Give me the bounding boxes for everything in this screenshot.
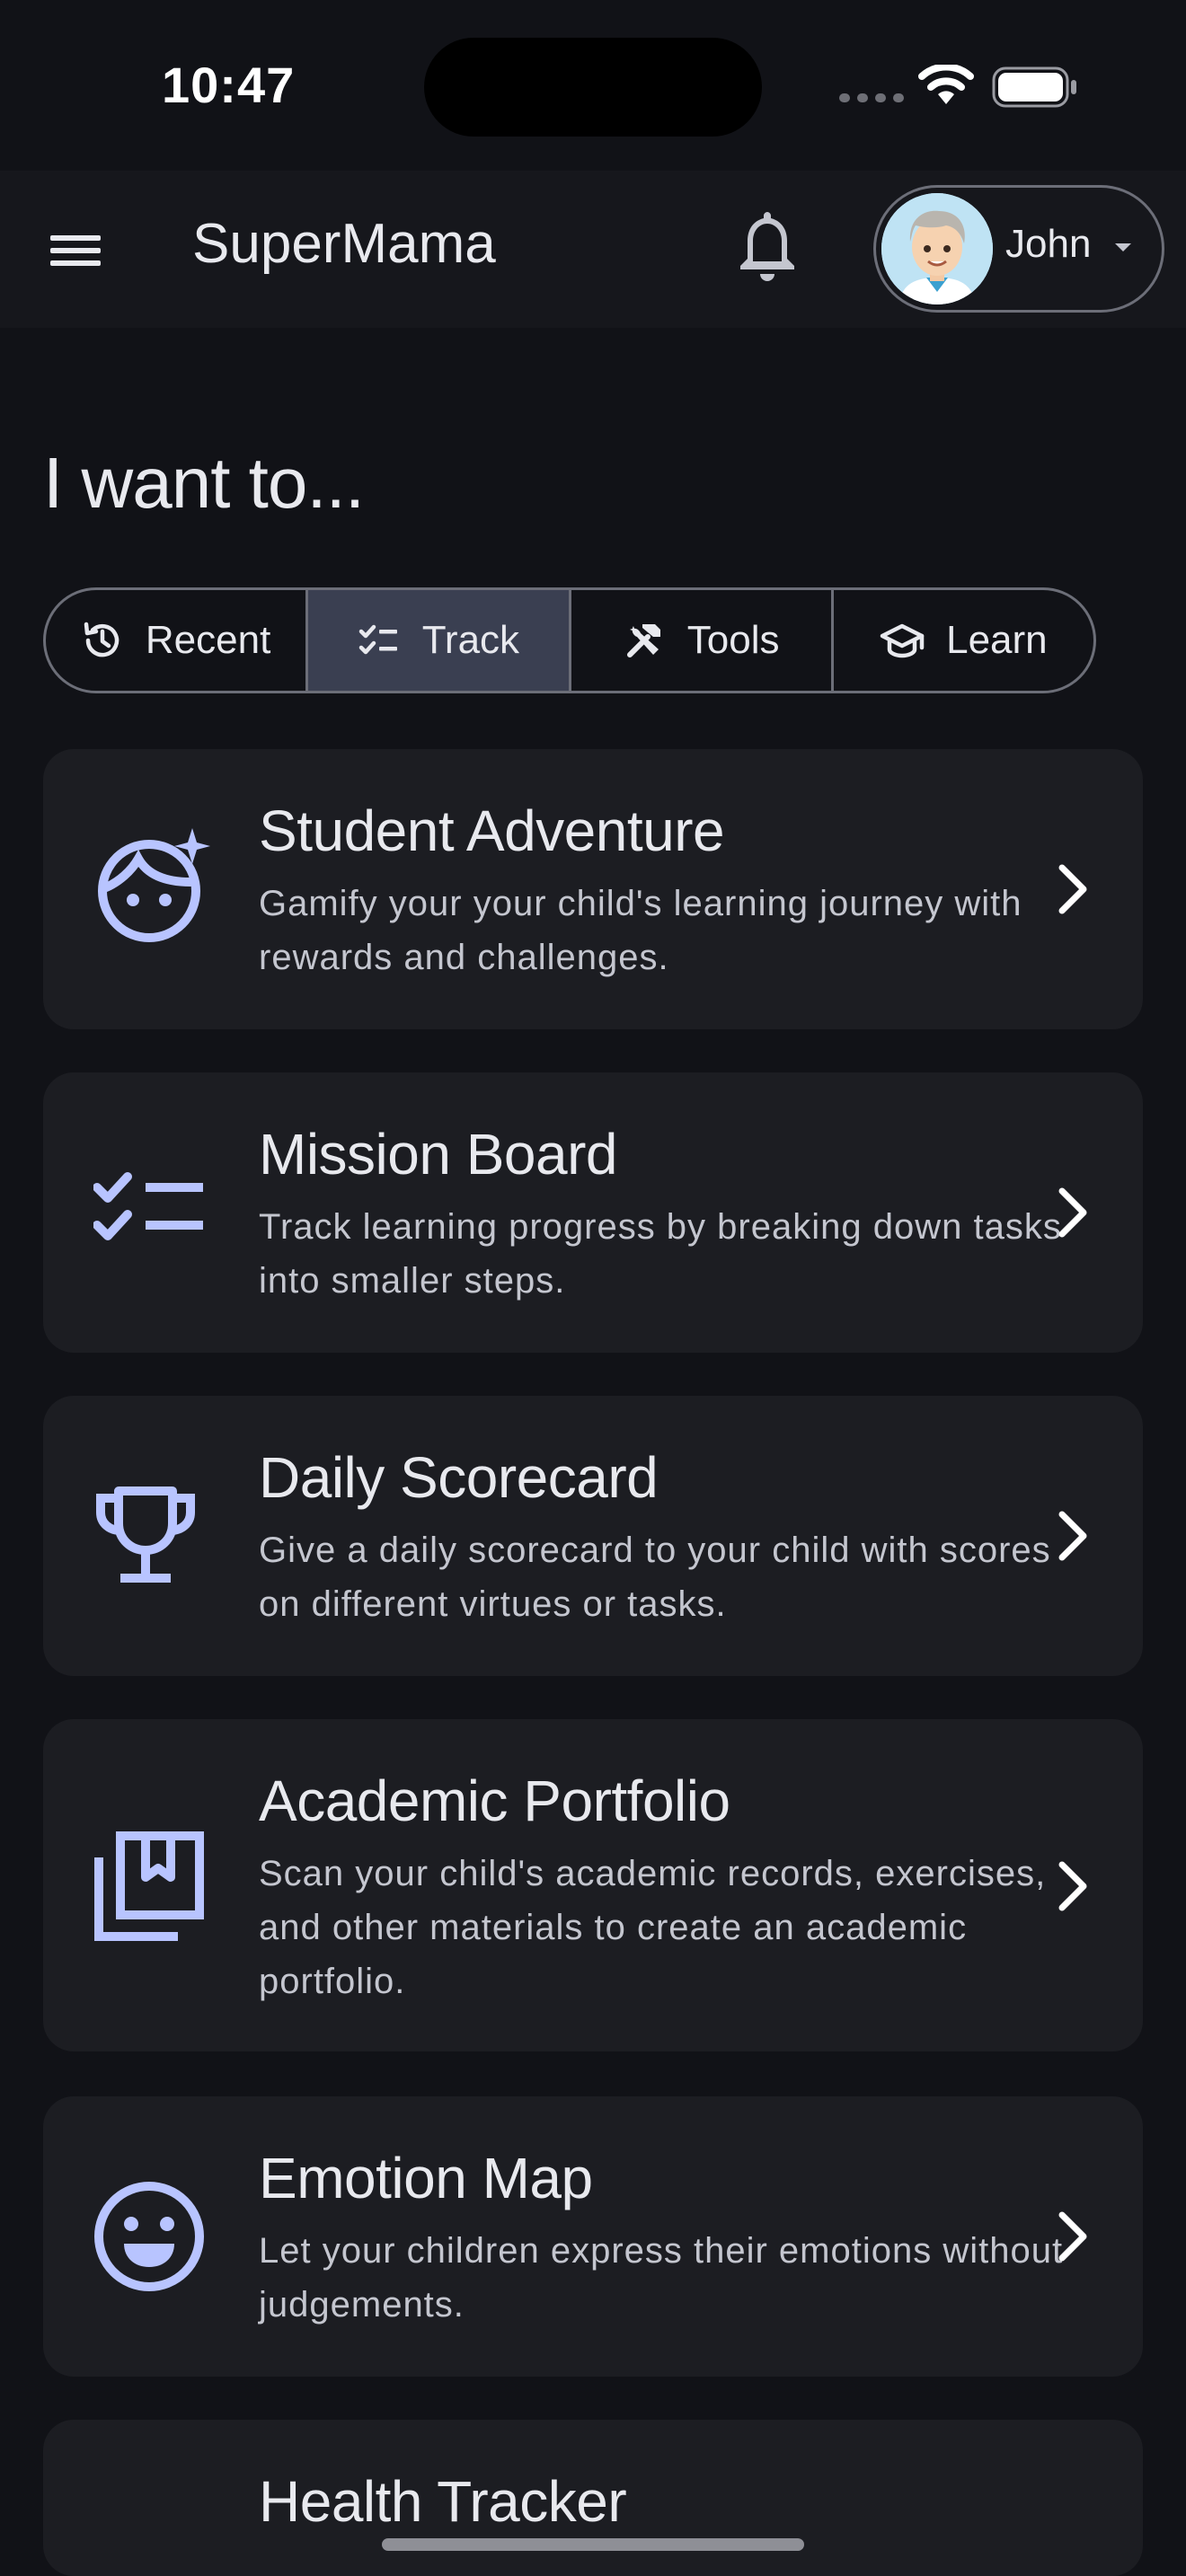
card-description: Let your children express their emotions… <box>259 2231 1064 2325</box>
chevron-right-icon <box>1058 2211 1087 2262</box>
checklist-icon <box>93 1172 203 1240</box>
card-academic-portfolio[interactable]: Academic Portfolio Scan your child's aca… <box>43 1719 1143 2051</box>
card-description: Gamify your your child's learning journe… <box>259 884 1022 977</box>
category-tabs: Recent Track Tools Learn <box>43 587 1096 693</box>
tab-track[interactable]: Track <box>308 590 571 691</box>
card-title: Student Adventure <box>259 798 725 863</box>
tab-recent[interactable]: Recent <box>46 590 309 691</box>
card-title: Health Tracker <box>259 2469 627 2534</box>
card-description: Scan your child's academic records, exer… <box>259 1854 1047 2001</box>
card-description: Track learning progress by breaking down… <box>259 1207 1062 1301</box>
bookmark-collection-icon <box>94 1831 204 1941</box>
dynamic-island <box>424 38 762 137</box>
chevron-right-icon <box>1058 1511 1087 1561</box>
tab-label: Recent <box>145 618 271 662</box>
home-indicator[interactable] <box>382 2538 804 2551</box>
smiley-icon <box>94 2182 204 2291</box>
card-mission-board[interactable]: Mission Board Track learning progress by… <box>43 1072 1143 1353</box>
card-title: Academic Portfolio <box>259 1769 730 1833</box>
cellular-dots-icon <box>839 93 904 102</box>
chevron-right-icon <box>1058 1861 1087 1911</box>
chevron-right-icon <box>1058 1187 1087 1238</box>
bell-icon[interactable] <box>733 207 801 284</box>
card-student-adventure[interactable]: Student Adventure Gamify your your child… <box>43 749 1143 1029</box>
card-title: Emotion Map <box>259 2146 593 2210</box>
tab-tools[interactable]: Tools <box>571 590 834 691</box>
checklist-icon <box>358 624 397 655</box>
app-title: SuperMama <box>192 213 496 275</box>
card-title: Daily Scorecard <box>259 1445 659 1510</box>
history-icon <box>84 622 119 657</box>
caret-down-icon <box>1115 243 1131 251</box>
user-menu-button[interactable]: John <box>873 185 1164 313</box>
battery-icon <box>992 66 1076 108</box>
page-heading: I want to... <box>43 443 365 523</box>
avatar <box>881 193 993 304</box>
app-bar: SuperMama John <box>0 171 1186 328</box>
user-name: John <box>1005 222 1092 266</box>
hamburger-menu-icon[interactable] <box>47 223 104 277</box>
face-sparkle-icon <box>98 828 210 942</box>
tools-icon <box>626 624 660 657</box>
trophy-icon <box>96 1486 195 1583</box>
status-time: 10:47 <box>162 57 296 113</box>
card-health-tracker[interactable]: Health Tracker <box>43 2420 1143 2576</box>
card-daily-scorecard[interactable]: Daily Scorecard Give a daily scorecard t… <box>43 1396 1143 1676</box>
status-bar: 10:47 <box>0 0 1186 171</box>
tab-learn[interactable]: Learn <box>834 590 1093 691</box>
card-emotion-map[interactable]: Emotion Map Let your children express th… <box>43 2096 1143 2377</box>
tab-label: Tools <box>686 618 780 662</box>
card-title: Mission Board <box>259 1122 618 1187</box>
tab-label: Track <box>421 618 520 662</box>
card-description: Give a daily scorecard to your child wit… <box>259 1531 1051 1624</box>
wifi-icon <box>918 65 974 104</box>
tab-label: Learn <box>946 618 1048 662</box>
graduation-cap-icon <box>880 623 925 658</box>
chevron-right-icon <box>1058 864 1087 914</box>
